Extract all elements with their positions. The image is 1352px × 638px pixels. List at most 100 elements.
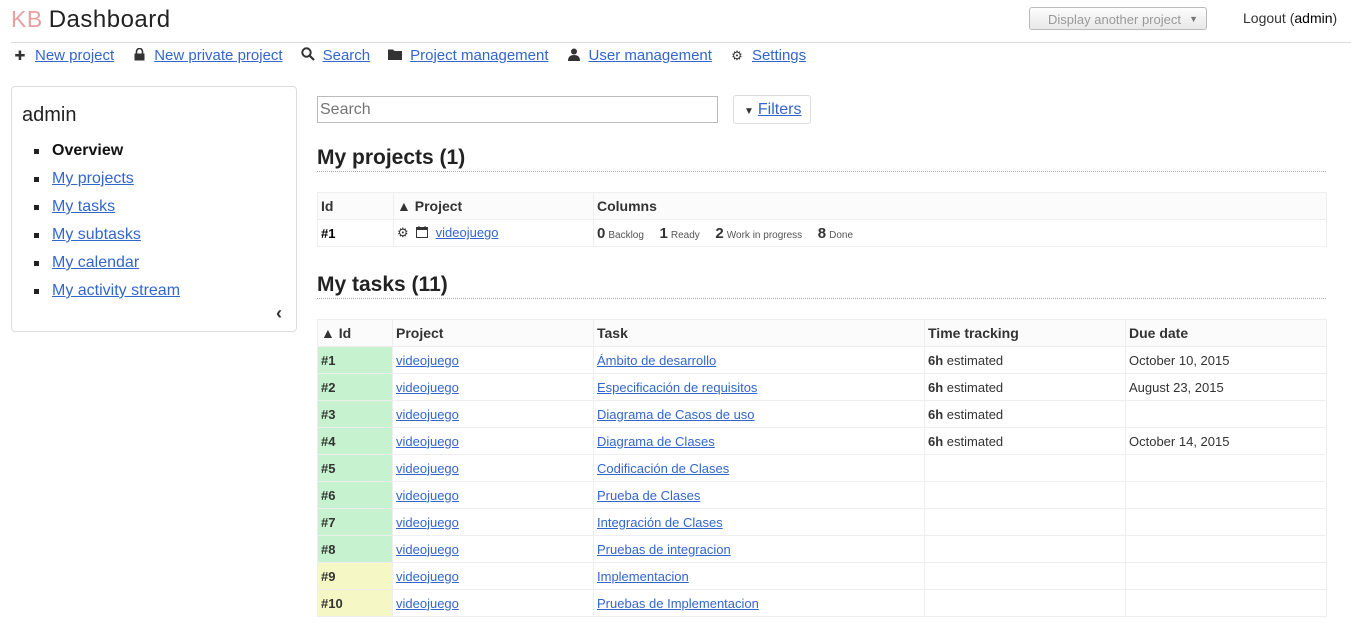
project-select[interactable]: Display another project ▼ [1029, 7, 1207, 30]
menu-search[interactable]: Search [300, 47, 371, 64]
column-header-time-tracking[interactable]: Time tracking [924, 319, 1126, 347]
task-id[interactable]: #3 [317, 400, 393, 428]
task-time-cell [924, 454, 1126, 482]
gear-icon[interactable]: ⚙ [397, 225, 409, 240]
task-title-link[interactable]: Integración de Clases [597, 515, 723, 530]
search-input[interactable] [317, 96, 718, 123]
task-id[interactable]: #9 [317, 562, 393, 590]
task-project-link[interactable]: videojuego [396, 569, 459, 584]
task-id[interactable]: #7 [317, 508, 393, 536]
task-id[interactable]: #8 [317, 535, 393, 563]
sidebar-link-my-subtasks[interactable]: My subtasks [52, 226, 141, 243]
username[interactable]: admin [1294, 10, 1332, 26]
task-project-link[interactable]: videojuego [396, 596, 459, 611]
task-hours: 6h [928, 379, 944, 395]
task-title-link[interactable]: Codificación de Clases [597, 461, 729, 476]
column-header-task[interactable]: Task [593, 319, 925, 347]
menu-new-private-project-link[interactable]: New private project [154, 47, 282, 64]
collapse-sidebar-icon[interactable]: ‹ [276, 303, 282, 324]
menu-new-project[interactable]: ✚ New project [13, 47, 115, 64]
column-name: Backlog [608, 229, 644, 241]
table-row: #4 videojuego Diagrama de Clases 6h estimat… [317, 427, 1327, 455]
task-title-link[interactable]: Pruebas de Implementacion [597, 596, 759, 611]
task-title-link[interactable]: Pruebas de integracion [597, 542, 731, 557]
sidebar-item-my-calendar[interactable]: My calendar [34, 251, 180, 279]
column-header-due-date[interactable]: Due date [1125, 319, 1327, 347]
task-title-link[interactable]: Implementacion [597, 569, 689, 584]
menu-user-management[interactable]: User management [567, 47, 712, 64]
column-header-project[interactable]: Project [392, 319, 594, 347]
task-project-cell: videojuego [392, 481, 594, 509]
menu-new-project-link[interactable]: New project [35, 47, 114, 64]
table-row: #5 videojuego Codificación de Clases [317, 454, 1327, 482]
tasks-table-header: ▲ Id Project Task Time tracking Due date [317, 319, 1327, 347]
sidebar-link-my-calendar[interactable]: My calendar [52, 254, 139, 271]
task-project-link[interactable]: videojuego [396, 353, 459, 368]
column-count: 0 [597, 224, 606, 242]
sidebar-item-my-subtasks[interactable]: My subtasks [34, 223, 180, 251]
task-project-link[interactable]: videojuego [396, 461, 459, 476]
app-logo[interactable]: KB Dashboard [11, 6, 171, 34]
task-id-text: #3 [321, 406, 336, 422]
task-title-link[interactable]: Prueba de Clases [597, 488, 700, 503]
task-id[interactable]: #1 [317, 346, 393, 374]
filters-link[interactable]: Filters [758, 101, 802, 118]
caret-down-icon: ▼ [744, 106, 754, 117]
projects-table: Id ▲ Project Columns #1 ⚙ videojuego 0 Ba… [317, 192, 1327, 247]
task-id[interactable]: #5 [317, 454, 393, 482]
task-id[interactable]: #6 [317, 481, 393, 509]
task-due-date [1125, 454, 1327, 482]
task-time-cell [924, 508, 1126, 536]
project-link[interactable]: videojuego [436, 225, 499, 240]
menu-new-private-project[interactable]: New private project [132, 47, 283, 64]
projects-table-header: Id ▲ Project Columns [317, 192, 1327, 220]
tasks-table-body: #1 videojuego Ámbito de desarrollo 6h estim… [317, 346, 1327, 617]
sidebar-item-my-projects[interactable]: My projects [34, 167, 180, 195]
task-title-cell: Prueba de Clases [593, 481, 925, 509]
sidebar-item-my-activity-stream[interactable]: My activity stream [34, 279, 180, 307]
column-header-id[interactable]: ▲ Id [317, 319, 393, 347]
task-project-link[interactable]: videojuego [396, 515, 459, 530]
menu-settings[interactable]: ⚙ Settings [730, 47, 806, 64]
task-title-cell: Pruebas de Implementacion [593, 589, 925, 617]
chevron-down-icon: ▼ [1189, 14, 1198, 24]
task-title-link[interactable]: Diagrama de Clases [597, 434, 715, 449]
task-id[interactable]: #4 [317, 427, 393, 455]
menu-project-management[interactable]: Project management [388, 47, 549, 64]
task-project-link[interactable]: videojuego [396, 542, 459, 557]
task-id-text: #5 [321, 460, 336, 476]
task-project-cell: videojuego [392, 508, 594, 536]
sidebar-link-my-projects[interactable]: My projects [52, 170, 134, 187]
filters-dropdown[interactable]: ▼ Filters [733, 95, 811, 124]
task-due-date: August 23, 2015 [1125, 373, 1327, 401]
sidebar-item-overview[interactable]: Overview [34, 139, 180, 167]
task-project-link[interactable]: videojuego [396, 434, 459, 449]
sidebar-link-my-activity-stream[interactable]: My activity stream [52, 282, 180, 299]
task-estimate-label: estimated [946, 352, 1004, 368]
table-row: #1 videojuego Ámbito de desarrollo 6h estim… [317, 346, 1327, 374]
logo-mark: KB [11, 6, 43, 32]
sidebar-link-my-tasks[interactable]: My tasks [52, 198, 115, 215]
menu-search-link[interactable]: Search [323, 47, 371, 64]
column-header-id[interactable]: Id [317, 192, 394, 220]
menu-project-management-link[interactable]: Project management [410, 47, 548, 64]
table-row: #8 videojuego Pruebas de integracion [317, 535, 1327, 563]
task-title-link[interactable]: Especificación de requisitos [597, 380, 757, 395]
table-row: #1 ⚙ videojuego 0 Backlog 1 Ready 2 Work in… [317, 219, 1327, 247]
logout-link[interactable]: Logout [1243, 10, 1286, 26]
sidebar-item-my-tasks[interactable]: My tasks [34, 195, 180, 223]
task-hours: 6h [928, 352, 944, 368]
menu-user-management-link[interactable]: User management [589, 47, 712, 64]
task-title-link[interactable]: Ámbito de desarrollo [597, 353, 716, 368]
column-header-project[interactable]: ▲ Project [393, 192, 594, 220]
task-id[interactable]: #2 [317, 373, 393, 401]
task-title-link[interactable]: Diagrama de Casos de uso [597, 407, 755, 422]
column-count: 8 [817, 224, 827, 242]
task-id[interactable]: #10 [317, 589, 393, 617]
task-project-link[interactable]: videojuego [396, 407, 459, 422]
task-project-link[interactable]: videojuego [396, 488, 459, 503]
task-project-link[interactable]: videojuego [396, 380, 459, 395]
calendar-icon[interactable] [416, 226, 431, 240]
menu-settings-link[interactable]: Settings [752, 47, 806, 64]
gear-icon: ⚙ [731, 47, 743, 63]
